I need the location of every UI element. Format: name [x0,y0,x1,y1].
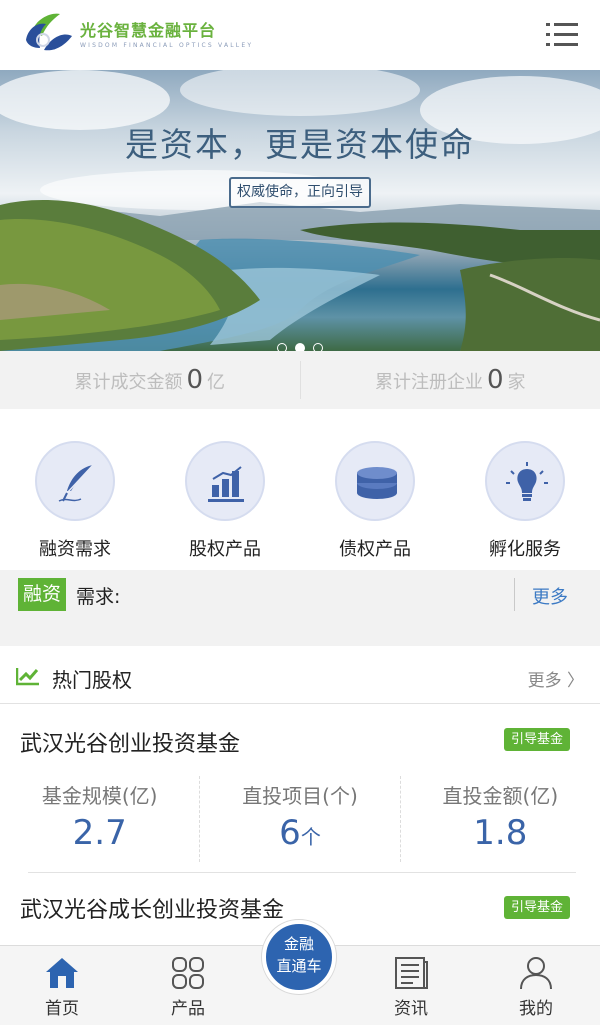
stat-deal-unit: 亿 [207,372,226,393]
divider [514,578,515,611]
financing-demand-bar: 融资 需求: 更多 [0,570,600,620]
nav-news[interactable]: 资讯 [366,956,456,1019]
app-header: 光谷智慧金融平台 WISDOM FINANCIAL OPTICS VALLEY [0,0,600,70]
coin-stack-icon [357,467,397,499]
home-icon [46,958,78,988]
fund-name[interactable]: 武汉光谷成长创业投资基金 [20,892,284,924]
financing-demand-text: 需求: [76,586,121,608]
metric-value: 1.8 [473,813,528,853]
finance-express-line1: 金融 [283,935,314,953]
metric-label: 直投项目(个) [242,784,358,808]
carousel-dot[interactable] [313,343,323,351]
quicknav-icon-circle [335,441,415,521]
quick-nav: 融资需求 股权产品 债权产品 孵化服务 [0,409,600,570]
nav-mine[interactable]: 我的 [491,956,581,1019]
nav-products-label: 产品 [171,999,205,1019]
metric-label: 基金规模(亿) [41,784,158,808]
financing-more-link[interactable]: 更多 [532,583,568,609]
hot-equity-header: 热门股权 更多 〉 [0,646,600,704]
quicknav-financing-demand[interactable]: 融资需求 [0,409,150,570]
metric-fund-size: 基金规模(亿) 2.7 [0,776,199,862]
metric-direct-amount: 直投金额(亿) 1.8 [399,776,600,862]
nav-news-label: 资讯 [394,999,428,1019]
quicknav-label: 孵化服务 [489,539,561,560]
quicknav-label: 债权产品 [339,539,411,560]
hamburger-menu-icon[interactable] [546,20,578,50]
fund-badge: 引导基金 [504,896,570,919]
fund-metrics: 基金规模(亿) 2.7 直投项目(个) 6个 直投金额(亿) 1.8 [0,776,600,862]
brand-name: 光谷智慧金融平台 [80,21,217,40]
quicknav-label: 股权产品 [189,539,261,560]
quicknav-incubation-service[interactable]: 孵化服务 [450,409,600,570]
metric-value: 2.7 [72,813,127,853]
metric-value: 6个 [279,813,321,853]
metric-direct-projects: 直投项目(个) 6个 [199,776,399,862]
grid-icon [172,957,204,989]
hot-equity-section: 热门股权 更多 〉 武汉光谷创业投资基金 引导基金 基金规模(亿) 2.7 直投… [0,646,600,946]
lightbulb-icon [506,462,548,501]
quicknav-label: 融资需求 [39,539,111,560]
quicknav-icon-circle [35,441,115,521]
fund-name[interactable]: 武汉光谷创业投资基金 [20,726,240,758]
carousel-indicator [0,338,600,351]
nav-home-label: 首页 [45,999,79,1019]
stat-deal-value: 0 [186,365,204,395]
stat-deal-label: 累计成交金额 [74,372,183,393]
landscape-image [0,70,600,351]
metric-label: 直投金额(亿) [442,784,559,808]
hot-equity-more-link[interactable]: 更多 〉 [528,666,584,691]
carousel-dot-active[interactable] [295,343,305,351]
hot-equity-title: 热门股权 [52,668,132,692]
quicknav-icon-circle [485,441,565,521]
stat-reg-unit: 家 [507,372,526,393]
trend-chart-icon [16,668,39,686]
financing-tag: 融资 [18,578,66,611]
finance-express-button[interactable]: 金融 直通车 [262,920,336,994]
user-icon [520,957,552,990]
quicknav-debt-products[interactable]: 债权产品 [300,409,450,570]
nav-home[interactable]: 首页 [17,956,107,1019]
carousel-dot[interactable] [277,343,287,351]
stat-registered: 累计注册企业 0 家 [301,351,600,409]
finance-express-line2: 直通车 [276,957,322,975]
brand-subtitle: WISDOM FINANCIAL OPTICS VALLEY [80,42,254,49]
nav-products[interactable]: 产品 [143,956,233,1019]
banner-slogan: 是资本，更是资本使命 [125,125,475,164]
fund-badge: 引导基金 [504,728,570,751]
news-icon [395,957,428,989]
quicknav-icon-circle [185,441,265,521]
hero-banner[interactable]: 是资本，更是资本使命 权威使命，正向引导 [0,70,600,351]
stat-deal-amount: 累计成交金额 0 亿 [0,351,300,409]
logo-icon [26,13,72,51]
quicknav-equity-products[interactable]: 股权产品 [150,409,300,570]
feather-pen-icon [58,464,94,502]
bar-chart-icon [208,466,244,502]
stats-bar: 累计成交金额 0 亿 累计注册企业 0 家 [0,351,600,409]
stat-reg-label: 累计注册企业 [374,372,483,393]
nav-mine-label: 我的 [519,999,553,1019]
banner-tag-button[interactable]: 权威使命，正向引导 [229,177,371,208]
stat-reg-value: 0 [486,365,504,395]
divider [28,872,576,873]
brand[interactable]: 光谷智慧金融平台 WISDOM FINANCIAL OPTICS VALLEY [80,21,254,50]
